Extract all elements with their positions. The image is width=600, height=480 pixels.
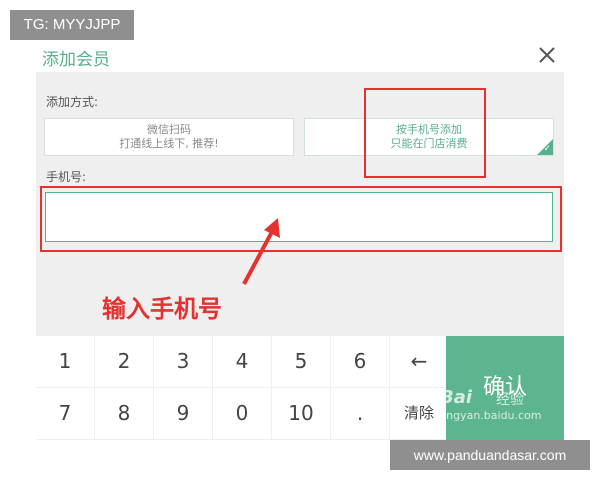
key-10[interactable]: 10 xyxy=(272,388,330,439)
clear-key[interactable]: 清除 xyxy=(390,388,448,439)
key-7[interactable]: 7 xyxy=(36,388,94,439)
key-0[interactable]: 0 xyxy=(213,388,271,439)
method-phone-title: 按手机号添加 xyxy=(396,123,462,136)
phone-label: 手机号: xyxy=(46,170,87,184)
add-method-label: 添加方式: xyxy=(46,95,99,109)
add-member-dialog: 添加会员 添加方式: 微信扫码 打通线上线下, 推荐! 按手机号添加 只能在门店… xyxy=(36,38,564,440)
method-wechat-title: 微信扫码 xyxy=(147,123,191,136)
method-wechat-desc: 打通线上线下, 推荐! xyxy=(119,137,219,150)
key-3[interactable]: 3 xyxy=(154,336,212,387)
key-dot[interactable]: . xyxy=(331,388,389,439)
key-2[interactable]: 2 xyxy=(95,336,153,387)
phone-input[interactable] xyxy=(45,192,553,242)
watermark-tg: TG: MYYJJPP xyxy=(10,10,134,40)
key-8[interactable]: 8 xyxy=(95,388,153,439)
check-icon: ✓ xyxy=(543,144,551,154)
close-button[interactable] xyxy=(534,42,560,68)
key-5[interactable]: 5 xyxy=(272,336,330,387)
method-wechat-scan[interactable]: 微信扫码 打通线上线下, 推荐! xyxy=(44,118,294,156)
backspace-key[interactable]: ← xyxy=(390,336,448,387)
method-phone-number[interactable]: 按手机号添加 只能在门店消费 ✓ xyxy=(304,118,554,156)
key-6[interactable]: 6 xyxy=(331,336,389,387)
close-icon xyxy=(539,47,555,63)
numeric-keypad: 1 2 3 4 5 6 ← 7 8 9 0 10 . 清除 确认 xyxy=(36,336,564,440)
dialog-header: 添加会员 xyxy=(36,38,564,72)
method-phone-desc: 只能在门店消费 xyxy=(390,137,468,150)
annotation-text: 输入手机号 xyxy=(102,295,222,323)
key-4[interactable]: 4 xyxy=(213,336,271,387)
dialog-title: 添加会员 xyxy=(42,50,110,70)
key-9[interactable]: 9 xyxy=(154,388,212,439)
watermark-url: www.panduandasar.com xyxy=(390,440,590,470)
key-1[interactable]: 1 xyxy=(36,336,94,387)
confirm-button[interactable]: 确认 xyxy=(446,336,564,440)
arrow-icon xyxy=(242,218,280,285)
